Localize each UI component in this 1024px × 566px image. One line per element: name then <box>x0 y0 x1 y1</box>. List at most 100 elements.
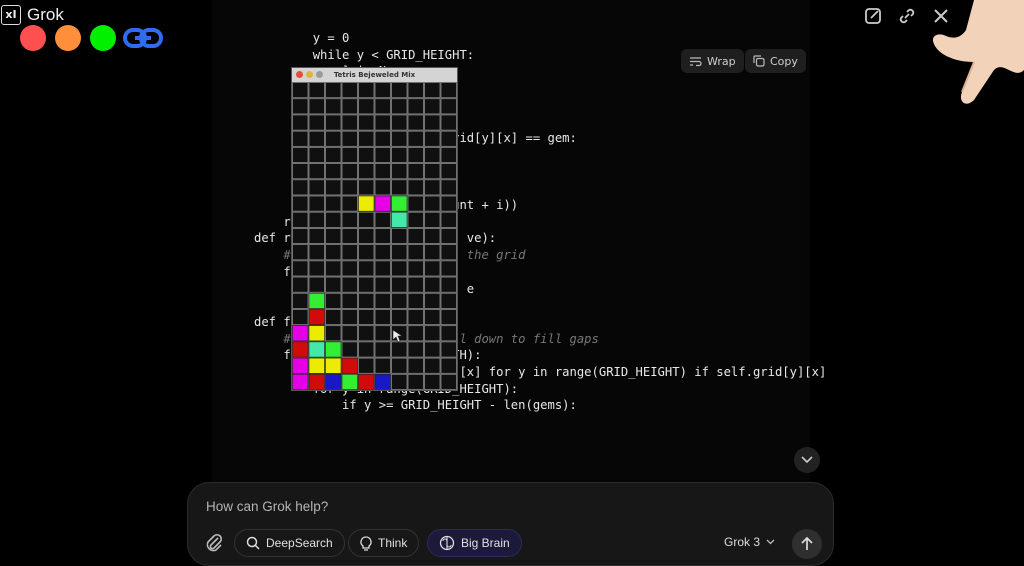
board-cell <box>407 227 424 245</box>
board-cell <box>424 373 441 390</box>
board-cell <box>325 292 342 309</box>
board-cell <box>292 130 309 147</box>
board-cell <box>292 146 309 163</box>
board-cell <box>424 260 441 277</box>
board-cell <box>358 211 375 228</box>
board-cell <box>341 179 358 196</box>
board-cell <box>391 373 408 390</box>
blue-link-logo-icon <box>123 28 163 48</box>
model-selector[interactable]: Grok 3 <box>724 535 775 549</box>
board-cell <box>341 276 358 293</box>
game-board[interactable] <box>292 82 457 390</box>
board-cell <box>358 114 375 131</box>
edit-icon[interactable] <box>862 5 884 27</box>
board-cell <box>308 211 325 228</box>
brain-icon <box>439 535 455 551</box>
game-window[interactable]: Tetris Bejeweled Mix <box>291 67 458 391</box>
board-cell <box>407 146 424 163</box>
wrap-label: Wrap <box>707 54 736 68</box>
board-cell <box>424 309 441 326</box>
board-cell <box>440 309 457 326</box>
board-cell <box>407 357 424 374</box>
copy-icon <box>753 55 765 67</box>
board-cell <box>424 325 441 342</box>
board-cell <box>440 195 457 212</box>
board-cell <box>308 98 325 115</box>
board-cell <box>325 309 342 326</box>
board-cell <box>407 276 424 293</box>
board-cell <box>358 163 375 180</box>
board-cell <box>440 373 457 390</box>
lightbulb-icon <box>360 535 372 551</box>
board-cell <box>358 179 375 196</box>
board-cell <box>308 179 325 196</box>
board-cell <box>308 244 325 261</box>
board-cell <box>407 244 424 261</box>
board-cell <box>440 82 457 99</box>
gem-block <box>292 373 309 390</box>
board-cell <box>391 309 408 326</box>
red-circle-icon <box>20 25 46 51</box>
prompt-input[interactable] <box>206 499 706 514</box>
gem-block <box>374 195 391 212</box>
board-cell <box>341 114 358 131</box>
board-cell <box>341 82 358 99</box>
gem-block <box>341 357 358 374</box>
chevron-down-icon <box>766 539 775 545</box>
board-cell <box>407 163 424 180</box>
model-label: Grok 3 <box>724 535 761 549</box>
board-cell <box>308 260 325 277</box>
board-cell <box>341 163 358 180</box>
gem-block <box>358 373 375 390</box>
board-cell <box>440 146 457 163</box>
board-cell <box>325 276 342 293</box>
board-cell <box>358 309 375 326</box>
think-button[interactable]: Think <box>348 529 420 557</box>
gem-block <box>374 373 391 390</box>
board-cell <box>424 341 441 358</box>
board-cell <box>374 179 391 196</box>
board-cell <box>424 211 441 228</box>
board-cell <box>325 82 342 99</box>
board-cell <box>407 211 424 228</box>
scroll-down-button[interactable] <box>794 447 820 473</box>
board-cell <box>358 130 375 147</box>
board-cell <box>440 244 457 261</box>
gem-block <box>308 357 325 374</box>
board-cell <box>341 211 358 228</box>
board-cell <box>374 309 391 326</box>
board-cell <box>325 163 342 180</box>
board-cell <box>391 244 408 261</box>
board-cell <box>325 227 342 245</box>
board-cell <box>325 114 342 131</box>
board-cell <box>407 260 424 277</box>
board-cell <box>424 276 441 293</box>
board-cell <box>424 82 441 99</box>
send-button[interactable] <box>792 529 822 559</box>
board-cell <box>358 244 375 261</box>
board-cell <box>424 146 441 163</box>
board-cell <box>292 309 309 326</box>
copy-button[interactable]: Copy <box>745 49 806 73</box>
board-cell <box>440 276 457 293</box>
board-cell <box>424 114 441 131</box>
grok-logo: xI <box>1 5 21 25</box>
game-titlebar[interactable]: Tetris Bejeweled Mix <box>292 68 457 82</box>
board-cell <box>292 82 309 99</box>
gem-block <box>325 357 342 374</box>
board-cell <box>407 292 424 309</box>
board-cell <box>374 244 391 261</box>
app-brand[interactable]: xI Grok <box>0 4 64 26</box>
wrap-button[interactable]: Wrap <box>681 49 744 73</box>
board-cell <box>325 146 342 163</box>
board-cell <box>391 260 408 277</box>
deepsearch-button[interactable]: DeepSearch <box>234 529 345 557</box>
board-cell <box>358 82 375 99</box>
board-cell <box>292 227 309 245</box>
big-brain-button[interactable]: Big Brain <box>427 529 522 557</box>
orange-circle-icon <box>55 25 81 51</box>
board-cell <box>325 211 342 228</box>
gem-block <box>391 211 408 228</box>
paperclip-icon[interactable] <box>202 531 226 555</box>
board-cell <box>440 325 457 342</box>
